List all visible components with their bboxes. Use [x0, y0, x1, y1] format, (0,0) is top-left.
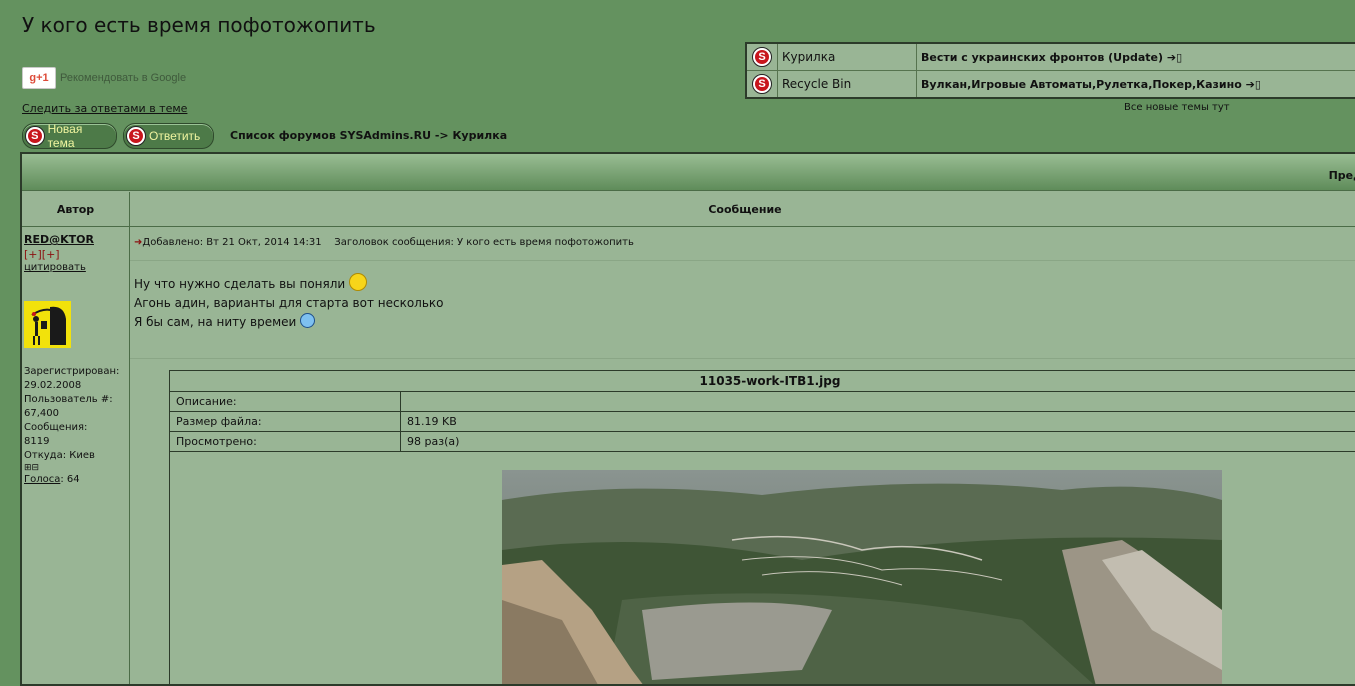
attachment-row: Просмотрено: 98 раз(а)	[170, 432, 1355, 452]
user-number: 67,400	[24, 408, 59, 419]
post-meta: ➜Добавлено: Вт 21 Окт, 2014 14:31 Заголо…	[134, 237, 634, 248]
latest-topic-row[interactable]: S Курилка Вести с украинских фронтов (Up…	[747, 44, 1355, 71]
messages-count: 8119	[24, 436, 50, 447]
post-message-column: ➜Добавлено: Вт 21 Окт, 2014 14:31 Заголо…	[130, 227, 1355, 684]
votes-count: : 64	[60, 474, 80, 485]
user-number-label: Пользователь #:	[24, 394, 113, 405]
post-author-column: RED@KTOR [+][+] цитировать Зарегистриров…	[22, 227, 130, 684]
s-logo-icon: S	[25, 126, 45, 146]
message-column-header: Сообщение	[708, 202, 782, 216]
topic-header-bar: Пред	[22, 154, 1355, 191]
latest-topic-title[interactable]: Вулкан,Игровые Автоматы,Рулетка,Покер,Ка…	[921, 78, 1242, 91]
author-info: Зарегистрирован: 29.02.2008 Пользователь…	[24, 365, 119, 487]
attachment-box: 11035-work-ITB1.jpg Описание: Размер фай…	[169, 370, 1355, 684]
latest-forum-name[interactable]: Курилка	[778, 44, 917, 70]
smile-icon	[349, 272, 368, 291]
google-plus-button[interactable]: g+1	[22, 67, 56, 89]
new-topic-label: Новая тема	[47, 122, 83, 150]
s-logo-icon: S	[752, 74, 772, 94]
attachment-label: Описание:	[170, 392, 401, 411]
s-logo-icon: S	[752, 47, 772, 67]
latest-topic-row[interactable]: S Recycle Bin Вулкан,Игровые Автоматы,Ру…	[747, 71, 1355, 97]
location-value: Киев	[69, 450, 95, 461]
google-recommend-label[interactable]: Рекомендовать в Google	[60, 72, 186, 84]
attachment-value: 81.19 KB	[407, 415, 457, 428]
all-new-topics-link[interactable]: Все новые темы тут	[1124, 102, 1230, 113]
votes: Голоса: 64	[24, 473, 119, 487]
votes-link[interactable]: Голоса	[24, 474, 60, 485]
attachment-value: 98 раз(а)	[407, 435, 460, 448]
post-line: Я бы сам, на ниту времеи	[134, 315, 297, 329]
goto-icon[interactable]: ➔▯	[1246, 78, 1261, 91]
google-plus-widget[interactable]: g+1 Рекомендовать в Google	[22, 67, 186, 89]
post-subject: Заголовок сообщения: У кого есть время п…	[334, 237, 634, 248]
previous-topic-link[interactable]: Пред	[1329, 169, 1355, 182]
post-body: Ну что нужно сделать вы поняли Агонь ади…	[134, 272, 444, 332]
attachment-row: Описание:	[170, 392, 1355, 412]
latest-topic-title[interactable]: Вести с украинских фронтов (Update)	[921, 51, 1163, 64]
avatar	[24, 301, 71, 348]
latest-topics-table: S Курилка Вести с украинских фронтов (Up…	[745, 42, 1355, 99]
reply-label: Ответить	[149, 129, 201, 143]
divider	[130, 260, 1355, 261]
attachment-value	[401, 392, 1355, 411]
location: Откуда: Киев	[24, 449, 119, 463]
attachment-label: Просмотрено:	[170, 432, 401, 451]
divider	[130, 358, 1355, 359]
confused-icon	[300, 313, 316, 328]
attachment-label: Размер файла:	[170, 412, 401, 431]
goto-icon[interactable]: ➔▯	[1167, 51, 1182, 64]
s-logo-icon: S	[126, 126, 146, 146]
reputation-links[interactable]: [+][+]	[24, 248, 60, 261]
location-label: Откуда:	[24, 450, 67, 461]
post-line: Агонь адин, варианты для старта вот неск…	[134, 296, 444, 310]
attachment-row: Размер файла: 81.19 KB	[170, 412, 1355, 432]
breadcrumb[interactable]: Список форумов SYSAdmins.RU -> Курилка	[230, 129, 507, 142]
table-header: Автор Сообщение	[22, 192, 1355, 227]
author-column-header: Автор	[22, 192, 130, 226]
registered-date: 29.02.2008	[24, 380, 82, 391]
topic-panel: Пред Автор Сообщение RED@KTOR [+][+] цит…	[20, 152, 1355, 686]
latest-forum-name[interactable]: Recycle Bin	[778, 71, 917, 97]
expand-icon[interactable]: ⊞⊟	[24, 463, 119, 473]
watch-topic-link[interactable]: Следить за ответами в теме	[22, 102, 187, 115]
registered-label: Зарегистрирован:	[24, 366, 120, 377]
attachment-filename: 11035-work-ITB1.jpg	[170, 371, 1355, 392]
new-topic-button[interactable]: S Новая тема	[22, 122, 117, 150]
page-title: У кого есть время пофотожопить	[22, 13, 376, 37]
post-date: Добавлено: Вт 21 Окт, 2014 14:31	[142, 237, 322, 248]
reply-button[interactable]: S Ответить	[123, 123, 214, 149]
messages-label: Сообщения:	[24, 422, 88, 433]
author-username[interactable]: RED@KTOR	[24, 233, 94, 246]
attachment-image[interactable]	[502, 470, 1222, 684]
quote-link[interactable]: цитировать	[24, 262, 86, 273]
post-line: Ну что нужно сделать вы поняли	[134, 277, 346, 291]
